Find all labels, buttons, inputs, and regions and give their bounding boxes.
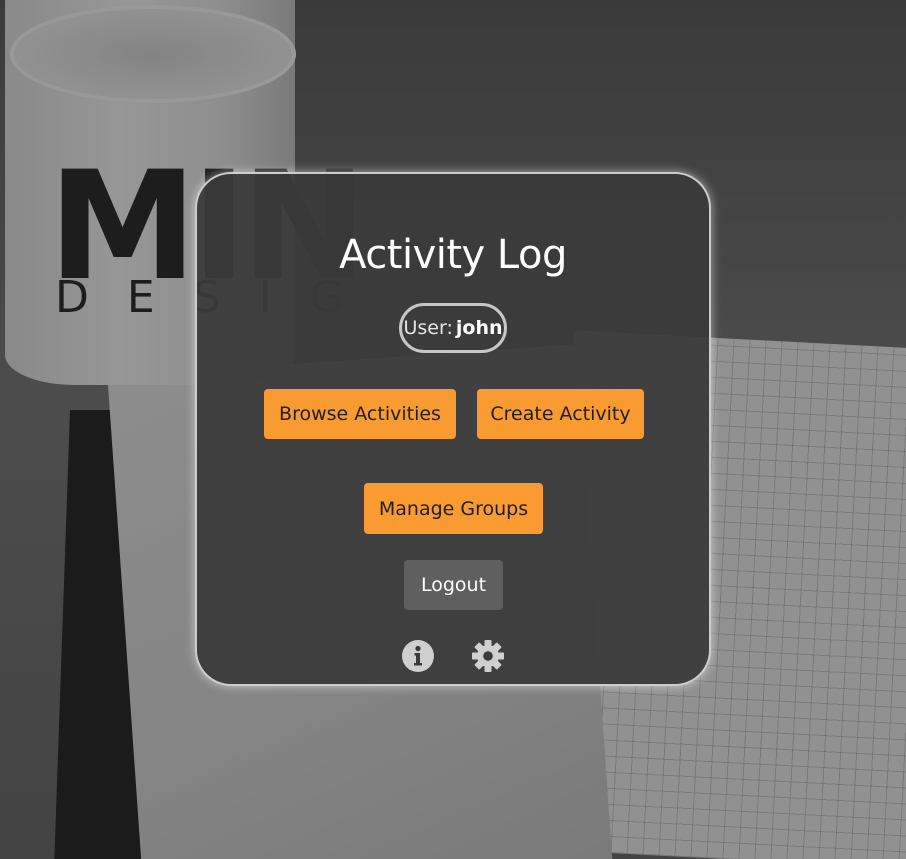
main-menu-card: Activity Log User: john Browse Activitie… — [195, 172, 711, 686]
manage-groups-button[interactable]: Manage Groups — [364, 483, 543, 534]
page-title: Activity Log — [339, 232, 567, 278]
create-activity-button[interactable]: Create Activity — [477, 389, 644, 439]
user-label: User: — [403, 317, 453, 339]
gear-icon[interactable] — [471, 639, 505, 673]
logout-button[interactable]: Logout — [404, 560, 503, 610]
user-badge: User: john — [399, 303, 507, 353]
browse-activities-button[interactable]: Browse Activities — [264, 389, 456, 439]
user-name: john — [455, 317, 503, 339]
info-icon[interactable] — [401, 639, 435, 673]
